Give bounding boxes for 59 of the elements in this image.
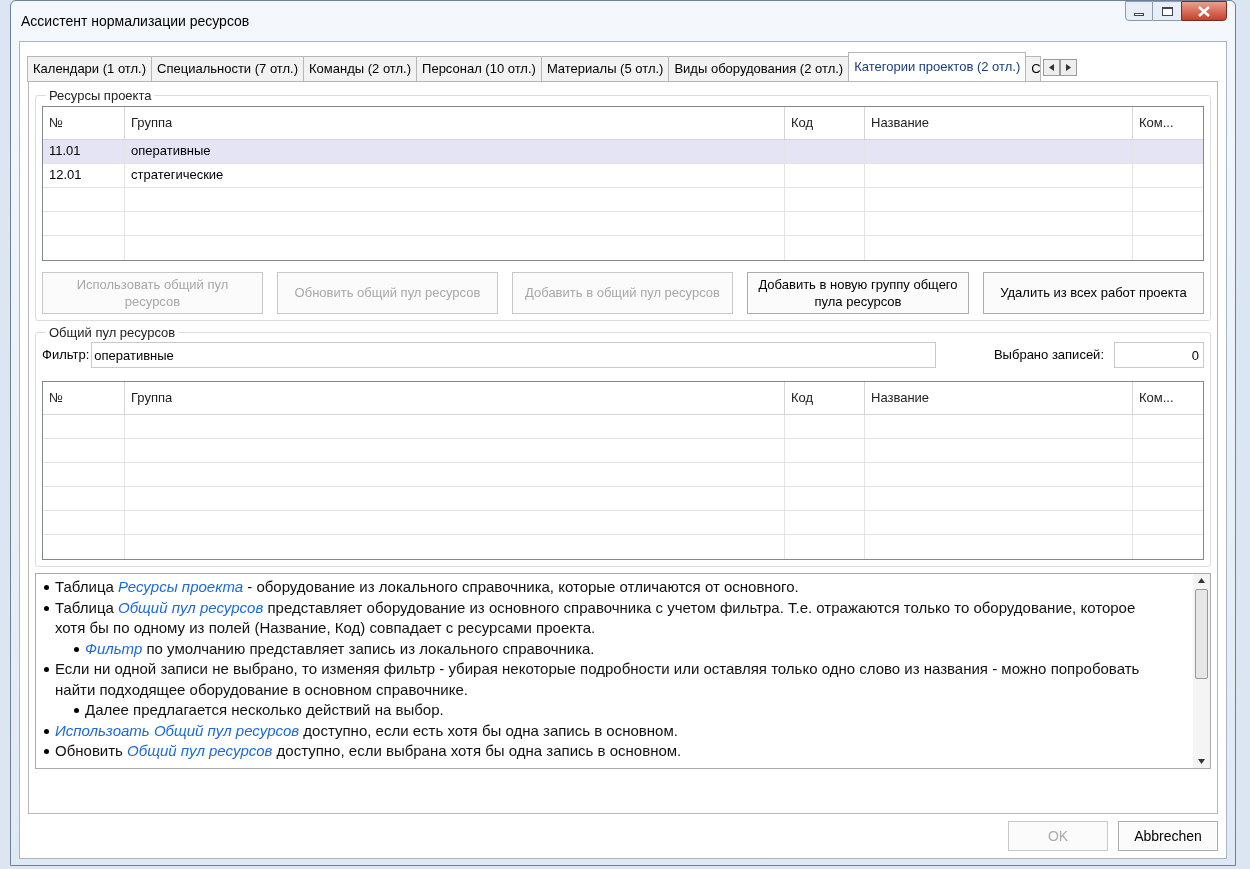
scrollbar[interactable] <box>1193 574 1210 768</box>
help-text: Обновить Общий пул ресурсов доступно, если выбрана хотя бы одна запись в основном. <box>55 741 682 761</box>
close-button[interactable] <box>1181 1 1227 21</box>
bullet-icon <box>44 605 49 611</box>
filter-field[interactable]: оперативные <box>91 342 937 368</box>
column-header[interactable]: Ком... <box>1133 106 1203 139</box>
column-header[interactable]: Группа <box>125 382 785 414</box>
filter-label: Фильтр: <box>42 346 90 365</box>
table-cell-text: стратегические <box>131 166 224 185</box>
tab[interactable]: Материалы (5 отл.) <box>540 56 670 82</box>
maximize-button[interactable] <box>1153 1 1181 21</box>
action-button[interactable]: Добавить в новую группу общего пула ресурсов <box>747 271 969 314</box>
bullet-icon <box>74 708 79 713</box>
column-header[interactable]: Код <box>785 382 865 414</box>
dialog-button[interactable]: Abbrechen <box>1118 821 1218 851</box>
scroll-left-button[interactable] <box>1043 59 1061 76</box>
bullet-icon <box>44 728 49 734</box>
bullet-icon <box>44 667 49 672</box>
tab[interactable]: Специальности (7 отл.) <box>151 56 305 82</box>
tab[interactable]: Виды оборудования (2 отл.) <box>668 56 850 82</box>
bullet-icon <box>44 749 49 754</box>
selected-count-field[interactable]: 0 <box>1114 342 1204 368</box>
column-header[interactable]: Код <box>785 106 865 139</box>
down-arrow-icon <box>1198 759 1205 764</box>
help-text: Фильтр по умолчанию представляет запись из локального справочника. <box>85 638 595 659</box>
group-title: Общий пул ресурсов <box>48 323 177 342</box>
table-row[interactable]: 12.01 стратегические <box>43 163 1203 188</box>
table-cell-text: оперативные <box>131 142 211 161</box>
action-button[interactable]: Удалить из всех работ проекта <box>983 271 1204 314</box>
selected-count-label: Выбрано записей: <box>993 346 1104 365</box>
window-title: Ассистент нормализации ресурсов <box>21 11 250 31</box>
scrollbar-thumb[interactable] <box>1195 589 1208 679</box>
column-header[interactable]: № <box>43 382 125 414</box>
tab[interactable]: Команды (2 отл.) <box>303 56 418 82</box>
tab[interactable]: Календари (1 отл.) <box>27 56 153 82</box>
minimize-button[interactable] <box>1125 1 1153 21</box>
column-header[interactable]: Название <box>865 382 1133 414</box>
help-text: Использоать Общий пул ресурсов доступно, если есть хотя бы одна запись в основном. <box>55 720 678 741</box>
table-row[interactable]: 11.01 оперативные <box>43 139 1203 164</box>
table-cell-text: 12.01 <box>49 166 82 185</box>
column-header[interactable]: Ком... <box>1133 382 1203 414</box>
up-arrow-icon <box>1198 578 1205 583</box>
help-text: Если ни одной записи не выбрано, то изменяя фильтр - убирая некоторые подробности или оставляя только одно слово из названия - можно попробовать найти подходящее оборудование в основном справочнике. <box>55 659 1141 700</box>
bullet-icon <box>74 646 79 652</box>
close-icon <box>1198 5 1210 17</box>
group-title: Ресурсы проекта <box>48 87 153 105</box>
scroll-right-button[interactable] <box>1060 59 1078 76</box>
bullet-icon <box>44 585 49 590</box>
right-arrow-icon <box>1066 64 1072 71</box>
help-text: Таблица Общий пул ресурсов представляет оборудование из основного справочника с учетом фильтра. Т.е. отражаются только то оборудование, которое хотя бы по одному из полей (Название, Код) совпадает с ресурсами проекта. <box>55 597 1137 638</box>
tab[interactable]: С <box>1025 56 1042 82</box>
column-header[interactable]: № <box>43 106 125 139</box>
left-arrow-icon <box>1049 64 1055 71</box>
column-header[interactable]: Название <box>865 106 1133 139</box>
tab[interactable]: Персонал (10 отл.) <box>416 56 542 82</box>
table-cell-text: 11.01 <box>49 142 81 161</box>
help-text: Далее предлагается несколько действий на выбор. <box>85 700 444 720</box>
help-text: Таблица Ресурсы проекта - оборудование из локального справочника, которые отличаются от основного. <box>55 577 799 597</box>
column-header[interactable]: Группа <box>125 106 785 139</box>
